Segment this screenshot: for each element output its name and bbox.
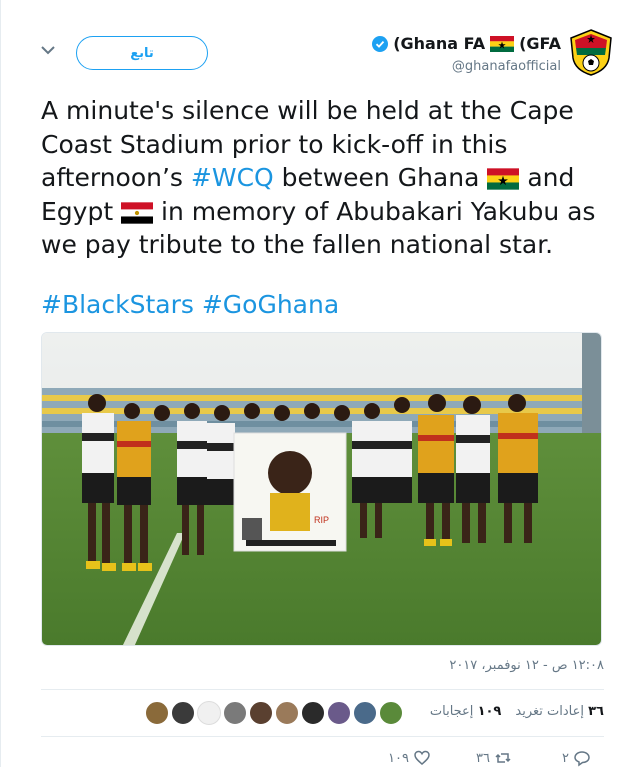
liker-avatar[interactable] — [379, 701, 403, 725]
retweet-count: ٣٦ — [476, 750, 490, 766]
tweet-line: afternoon’s #WCQ between Ghana and — [41, 161, 611, 195]
like-action[interactable]: ١٠٩ — [388, 749, 431, 767]
like-stat-count: ١٠٩ — [477, 704, 502, 719]
retweet-stat[interactable]: ٣٦ إعادات تغريد — [515, 704, 604, 719]
liker-avatar[interactable] — [353, 701, 377, 725]
hashtag-wcq[interactable]: #WCQ — [191, 163, 274, 192]
hashtags: #BlackStars #GoGhana — [41, 290, 339, 319]
text-segment: in memory of Abubakari Yakubu as — [153, 196, 596, 226]
chevron-down-icon[interactable] — [38, 40, 58, 60]
verified-badge-icon — [372, 35, 389, 52]
left-border — [0, 0, 1, 767]
tweet-photo[interactable]: RIP — [41, 332, 602, 646]
text-segment: Egypt — [41, 196, 122, 226]
follow-button[interactable]: تابع — [76, 36, 208, 70]
author-block[interactable]: (Ghana FA (GFA @ghanafaofficial — [372, 34, 561, 74]
display-name-part2: (GFA — [519, 34, 561, 53]
tweet-line: A minute's silence will be held at the C… — [41, 96, 574, 125]
liker-avatars — [145, 701, 403, 725]
liker-avatar[interactable] — [275, 701, 299, 725]
ghana-flag-emoji-icon — [487, 168, 520, 190]
handle[interactable]: @ghanafaofficial — [372, 59, 561, 74]
tweet-text: A minute's silence will be held at the C… — [41, 94, 611, 262]
like-stat[interactable]: ١٠٩ إعجابات — [430, 704, 502, 719]
egypt-flag-emoji-icon — [121, 201, 154, 224]
tweet-header: تابع (Ghana FA (GFA @ghanafaofficial — [26, 28, 615, 80]
tweet-line: Coast Stadium prior to kick-off in this — [41, 129, 508, 159]
liker-avatar[interactable] — [249, 701, 273, 725]
svg-text:RIP: RIP — [314, 515, 329, 525]
retweet-action[interactable]: ٣٦ — [476, 749, 512, 767]
liker-avatar[interactable] — [301, 701, 325, 725]
liker-avatar[interactable] — [197, 701, 221, 725]
retweet-stat-count: ٣٦ — [588, 704, 604, 719]
tweet-line: we pay tribute to the fallen national st… — [41, 230, 554, 259]
reply-action[interactable]: ٢ — [562, 749, 591, 767]
retweet-icon — [495, 753, 511, 763]
hashtag-goghana[interactable]: #GoGhana — [202, 290, 339, 319]
tweet-stats: ٣٦ إعادات تغريد ١٠٩ إعجابات — [430, 704, 604, 719]
divider — [41, 689, 604, 690]
display-name-part1: (Ghana FA — [393, 34, 486, 53]
tweet-timestamp[interactable]: ١٢:٠٨ ص - ١٢ نوفمبر، ٢٠١٧ — [449, 658, 604, 673]
text-segment: between Ghana — [273, 163, 488, 192]
like-stat-label: إعجابات — [429, 704, 474, 719]
liker-avatar[interactable] — [171, 701, 195, 725]
text-segment: and — [519, 163, 575, 192]
retweet-stat-label: إعادات تغريد — [515, 704, 584, 719]
reply-icon — [574, 751, 590, 767]
gfa-logo-avatar[interactable] — [567, 28, 615, 76]
team-photo-image: RIP — [42, 333, 601, 645]
like-count: ١٠٩ — [388, 750, 409, 766]
ghana-flag-icon — [490, 35, 515, 52]
divider — [41, 736, 604, 737]
hashtag-blackstars[interactable]: #BlackStars — [41, 290, 194, 319]
tweet-line: Egypt in memory of Abubakari Yakubu as — [41, 195, 611, 229]
text-segment: afternoon’s — [41, 163, 191, 192]
liker-avatar[interactable] — [223, 701, 247, 725]
liker-avatar[interactable] — [327, 701, 351, 725]
heart-icon — [414, 750, 430, 765]
reply-count: ٢ — [562, 750, 569, 766]
display-name[interactable]: (Ghana FA (GFA — [372, 34, 561, 53]
liker-avatar[interactable] — [145, 701, 169, 725]
